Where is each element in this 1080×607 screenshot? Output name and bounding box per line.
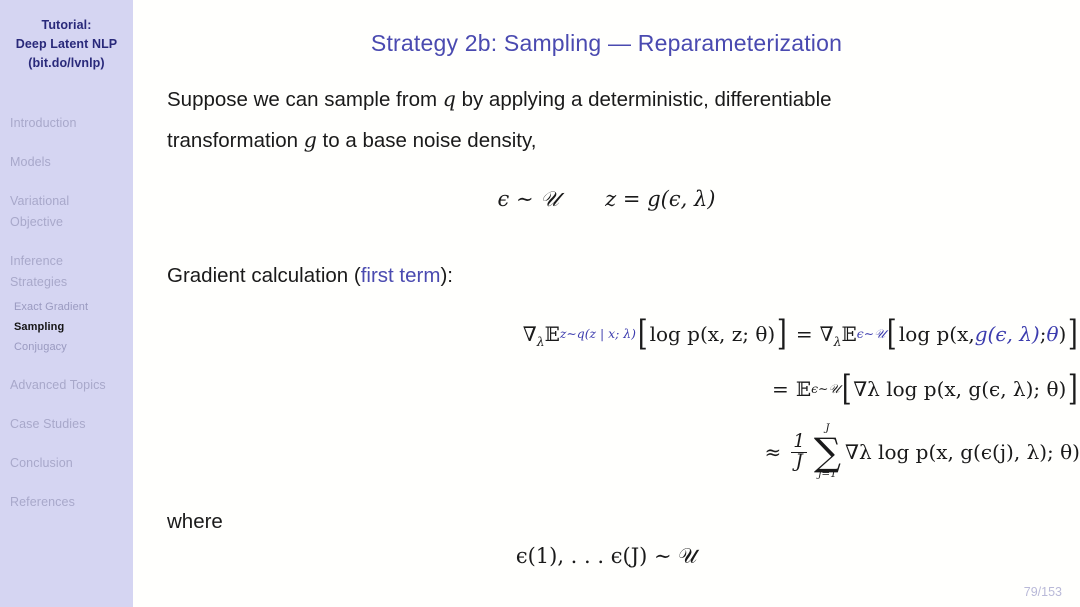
g-function-blue: g(ϵ, λ) (974, 322, 1040, 346)
bracket-close-2: ] (1068, 314, 1079, 354)
sidebar-subitem-label: Conjugacy (14, 341, 67, 353)
sidebar-item-variational-objective[interactable]: Variational Objective (0, 191, 133, 233)
sidebar-item-advanced-topics[interactable]: Advanced Topics (0, 375, 133, 396)
summation: J ∑ j=1 (813, 423, 842, 481)
equation-z-var: z (605, 187, 617, 211)
sidebar-title-line-3[interactable]: (bit.do/lvnlp) (0, 54, 133, 73)
slide-content: Strategy 2b: Sampling — Reparameterizati… (133, 0, 1080, 607)
sidebar-item-label-2: Strategies (10, 275, 68, 289)
log-joint-2c: ) (1058, 322, 1067, 346)
sidebar-item-exact-gradient[interactable]: Exact Gradient (0, 297, 133, 317)
nabla-lambda-1: ∇λ (522, 322, 545, 349)
first-term-accent: first term (360, 264, 441, 287)
sidebar-title-line-1: Tutorial: (41, 18, 92, 32)
intro-text-b: by applying a deterministic, differentia… (455, 88, 832, 111)
expectation-symbol-2: 𝔼 (841, 322, 857, 346)
sidebar-item-label-2: Objective (10, 215, 64, 229)
sidebar-subitem-label: Sampling (14, 321, 65, 333)
sum-sigma-icon: ∑ (813, 429, 842, 474)
sidebar-item-label: Conclusion (10, 456, 73, 470)
log-joint-2a: log p(x, (898, 322, 975, 346)
sidebar-title-line-2: Deep Latent NLP (15, 37, 118, 51)
sidebar-item-inference-strategies[interactable]: Inference Strategies (0, 251, 133, 293)
sidebar-nav: Introduction Models Variational Objectiv… (0, 113, 133, 513)
sidebar-item-models[interactable]: Models (0, 152, 133, 173)
theta-blue: θ (1046, 322, 1059, 346)
equation-epsilon-dist: ϵ ∼ 𝒰 (497, 187, 560, 211)
bracket-close-3: ] (1068, 369, 1079, 409)
grad-log-joint-2: ∇λ log p(x, g(ϵ, λ); θ) (853, 377, 1067, 401)
equation-z-def: = g(ϵ, λ) (622, 187, 716, 211)
gradient-calculation-label: Gradient calculation (first term): (167, 256, 1060, 296)
sidebar-item-label: Models (10, 155, 51, 169)
sidebar-subgroup-inference: Exact Gradient Sampling Conjugacy (0, 297, 133, 357)
log-joint-1: log p(x, z; θ) (649, 322, 776, 346)
intro-text-c: transformation (167, 129, 304, 152)
log-joint-2b: ; (1039, 322, 1047, 346)
symbol-g: g (303, 128, 317, 152)
sidebar: Tutorial: Deep Latent NLP (bit.do/lvnlp)… (0, 0, 133, 607)
sidebar-item-label: Variational (10, 194, 70, 208)
sidebar-item-sampling[interactable]: Sampling (0, 317, 133, 337)
bracket-open-3: [ (841, 369, 852, 409)
sidebar-item-label: Advanced Topics (10, 378, 106, 392)
page-number: 79/153 (1023, 585, 1062, 599)
derivation-block: ∇λ 𝔼z∼q(z | x; λ) [ log p(x, z; θ) ] = ∇λ… (133, 306, 1080, 488)
intro-text-d: to a base noise density, (316, 129, 537, 152)
expectation-symbol-1: 𝔼 (544, 322, 560, 346)
bracket-open-1: [ (637, 314, 648, 354)
expectation-symbol-3: 𝔼 (795, 377, 812, 401)
grad-log-joint-3: ∇λ log p(x, g(ϵ(j), λ); θ) (845, 440, 1080, 464)
sum-lower-limit: j=1 (818, 468, 837, 481)
sidebar-title: Tutorial: Deep Latent NLP (bit.do/lvnlp) (0, 0, 133, 73)
bracket-close-1: ] (777, 314, 787, 354)
sidebar-item-label: References (10, 495, 75, 509)
sidebar-item-conjugacy[interactable]: Conjugacy (0, 337, 133, 357)
fraction-denominator: J (795, 450, 803, 472)
gradient-prefix: Gradient calculation ( (167, 264, 361, 287)
page-title: Strategy 2b: Sampling — Reparameterizati… (370, 30, 843, 56)
symbol-q: q (442, 87, 456, 111)
relation-equals-1: = (795, 322, 813, 346)
equation-base-noise: ϵ ∼ 𝒰 z = g(ϵ, λ) (133, 187, 1080, 212)
nabla-lambda-2: ∇λ (819, 322, 842, 349)
sidebar-item-references[interactable]: References (0, 492, 133, 513)
gradient-suffix: ): (440, 264, 453, 287)
bracket-open-2: [ (887, 314, 897, 354)
sidebar-item-case-studies[interactable]: Case Studies (0, 414, 133, 435)
sidebar-item-conclusion[interactable]: Conclusion (0, 453, 133, 474)
fraction-one-over-j: 1 J (791, 430, 807, 472)
sidebar-item-introduction[interactable]: Introduction (0, 113, 133, 134)
where-label: where (167, 510, 223, 533)
sidebar-item-label: Introduction (10, 116, 77, 130)
derivation-row-2: = 𝔼ϵ∼𝒰 [ ∇λ log p(x, g(ϵ, λ); θ) ] (772, 369, 1079, 409)
sidebar-item-label: Inference (10, 254, 64, 268)
sidebar-subitem-label: Exact Gradient (14, 301, 89, 313)
derivation-row-3: ≈ 1 J J ∑ j=1 ∇λ log p(x, g(ϵ(j), λ); θ) (133, 416, 1080, 488)
sidebar-item-label: Case Studies (10, 417, 86, 431)
equation-epsilon-samples: ϵ(1), . . . ϵ(J) ∼ 𝒰 (515, 544, 698, 568)
derivation-row-1: ∇λ 𝔼z∼q(z | x; λ) [ log p(x, z; θ) ] = ∇λ… (522, 314, 1079, 354)
intro-paragraph: Suppose we can sample from q by applying… (167, 79, 1060, 161)
intro-text-a: Suppose we can sample from (167, 88, 443, 111)
relation-equals-2: = (772, 377, 789, 401)
relation-approx: ≈ (764, 440, 782, 464)
fraction-numerator: 1 (791, 430, 807, 453)
